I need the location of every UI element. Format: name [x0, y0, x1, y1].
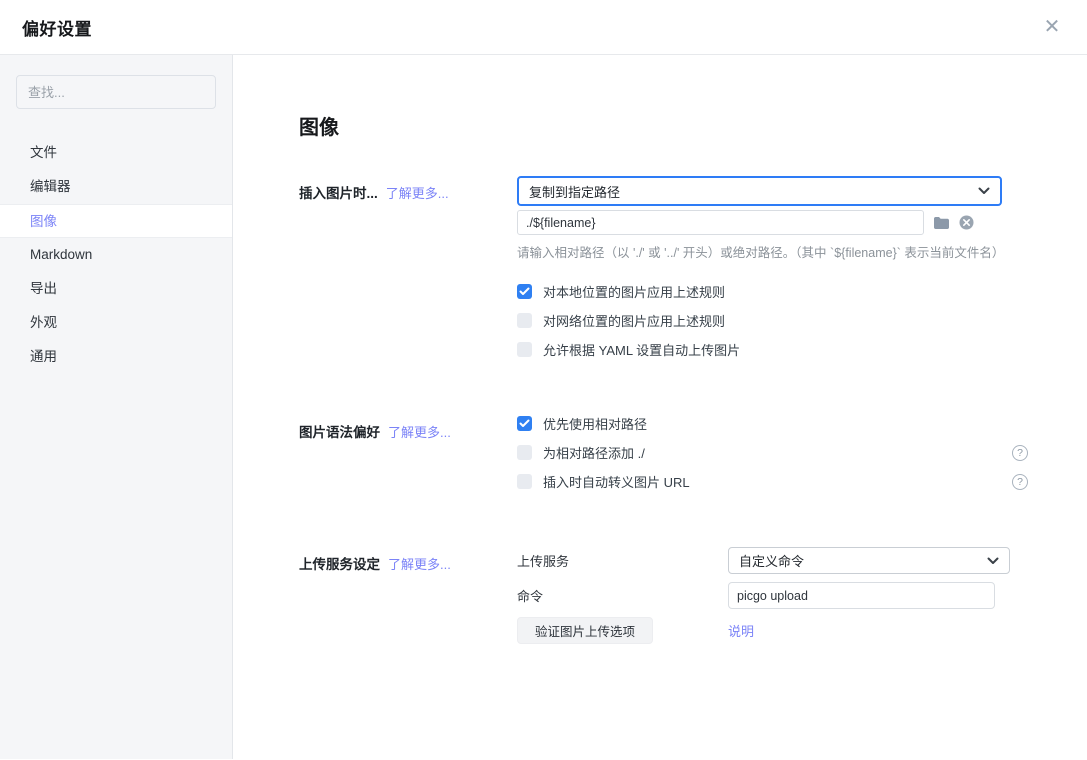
section-upload-service: 上传服务设定了解更多... 上传服务 自定义命令 命令	[299, 547, 1087, 652]
dialog-titlebar: 偏好设置 ✕	[0, 0, 1087, 55]
upload-service-row: 上传服务 自定义命令	[517, 547, 1028, 574]
settings-panel: 图像 插入图片时... 了解更多... 复制到指定路径	[233, 55, 1087, 759]
upload-service-label: 上传服务设定	[299, 557, 380, 572]
copy-path-input[interactable]	[517, 210, 924, 235]
sidebar-item-export[interactable]: 导出	[0, 272, 232, 306]
upload-service-field-label: 上传服务	[517, 551, 728, 570]
insert-image-label: 插入图片时...	[299, 186, 378, 201]
checkbox-label: 对本地位置的图片应用上述规则	[543, 282, 725, 301]
help-icon[interactable]: ?	[1012, 445, 1028, 461]
checkbox-label: 插入时自动转义图片 URL	[543, 472, 690, 491]
chevron-down-icon	[978, 187, 990, 195]
section-image-syntax: 图片语法偏好了解更多... 优先使用相对路径 为相对路径添加 ./ ?	[299, 415, 1087, 503]
section-insert-image: 插入图片时... 了解更多... 复制到指定路径	[299, 176, 1087, 371]
image-syntax-label: 图片语法偏好	[299, 425, 380, 440]
insert-action-select-value: 复制到指定路径	[529, 182, 620, 201]
page-title: 图像	[299, 111, 1087, 140]
sidebar-item-markdown[interactable]: Markdown	[0, 238, 232, 272]
checkbox-row-network-images[interactable]: 对网络位置的图片应用上述规则	[517, 313, 1028, 328]
checkbox-unchecked-icon[interactable]	[517, 474, 532, 489]
validate-row: 验证图片上传选项 说明	[517, 617, 1028, 644]
dialog-title: 偏好设置	[22, 15, 92, 40]
checkbox-row-local-images[interactable]: 对本地位置的图片应用上述规则	[517, 284, 1028, 299]
upload-service-learn-more-link[interactable]: 了解更多...	[388, 557, 451, 572]
search-input[interactable]	[16, 75, 216, 109]
command-field-label: 命令	[517, 586, 728, 605]
checkbox-row-escape-url[interactable]: 插入时自动转义图片 URL ?	[517, 474, 1028, 489]
path-hint-text: 请输入相对路径（以 './' 或 '../' 开头）或绝对路径。（其中 `${f…	[517, 242, 1028, 261]
clear-path-icon[interactable]	[959, 215, 974, 230]
upload-service-select-value: 自定义命令	[739, 551, 804, 570]
image-syntax-learn-more-link[interactable]: 了解更多...	[388, 425, 451, 440]
sidebar-nav: 文件 编辑器 图像 Markdown 导出 外观 通用	[0, 136, 232, 374]
close-icon[interactable]: ✕	[1039, 14, 1065, 40]
checkbox-unchecked-icon[interactable]	[517, 342, 532, 357]
sidebar: 文件 编辑器 图像 Markdown 导出 外观 通用	[0, 55, 233, 759]
command-input[interactable]	[728, 582, 995, 609]
checkbox-checked-icon[interactable]	[517, 416, 532, 431]
checkbox-label: 优先使用相对路径	[543, 414, 647, 433]
checkbox-label: 对网络位置的图片应用上述规则	[543, 311, 725, 330]
checkbox-unchecked-icon[interactable]	[517, 313, 532, 328]
upload-help-link[interactable]: 说明	[728, 621, 754, 640]
checkbox-label: 允许根据 YAML 设置自动上传图片	[543, 340, 740, 359]
chevron-down-icon	[987, 557, 999, 565]
sidebar-item-image[interactable]: 图像	[0, 204, 232, 238]
checkbox-row-prefer-relative-path[interactable]: 优先使用相对路径	[517, 416, 1028, 431]
validate-upload-button[interactable]: 验证图片上传选项	[517, 617, 653, 644]
sidebar-item-general[interactable]: 通用	[0, 340, 232, 374]
checkbox-row-add-dot-slash[interactable]: 为相对路径添加 ./ ?	[517, 445, 1028, 460]
checkbox-unchecked-icon[interactable]	[517, 445, 532, 460]
help-icon[interactable]: ?	[1012, 474, 1028, 490]
checkbox-checked-icon[interactable]	[517, 284, 532, 299]
sidebar-item-appearance[interactable]: 外观	[0, 306, 232, 340]
sidebar-item-file[interactable]: 文件	[0, 136, 232, 170]
command-row: 命令	[517, 582, 1028, 609]
insert-action-select[interactable]: 复制到指定路径	[517, 176, 1002, 206]
checkbox-row-yaml-upload[interactable]: 允许根据 YAML 设置自动上传图片	[517, 342, 1028, 357]
checkbox-label: 为相对路径添加 ./	[543, 443, 645, 462]
folder-browse-icon[interactable]	[933, 216, 950, 230]
insert-image-learn-more-link[interactable]: 了解更多...	[386, 186, 449, 201]
upload-service-select[interactable]: 自定义命令	[728, 547, 1010, 574]
sidebar-item-editor[interactable]: 编辑器	[0, 170, 232, 204]
